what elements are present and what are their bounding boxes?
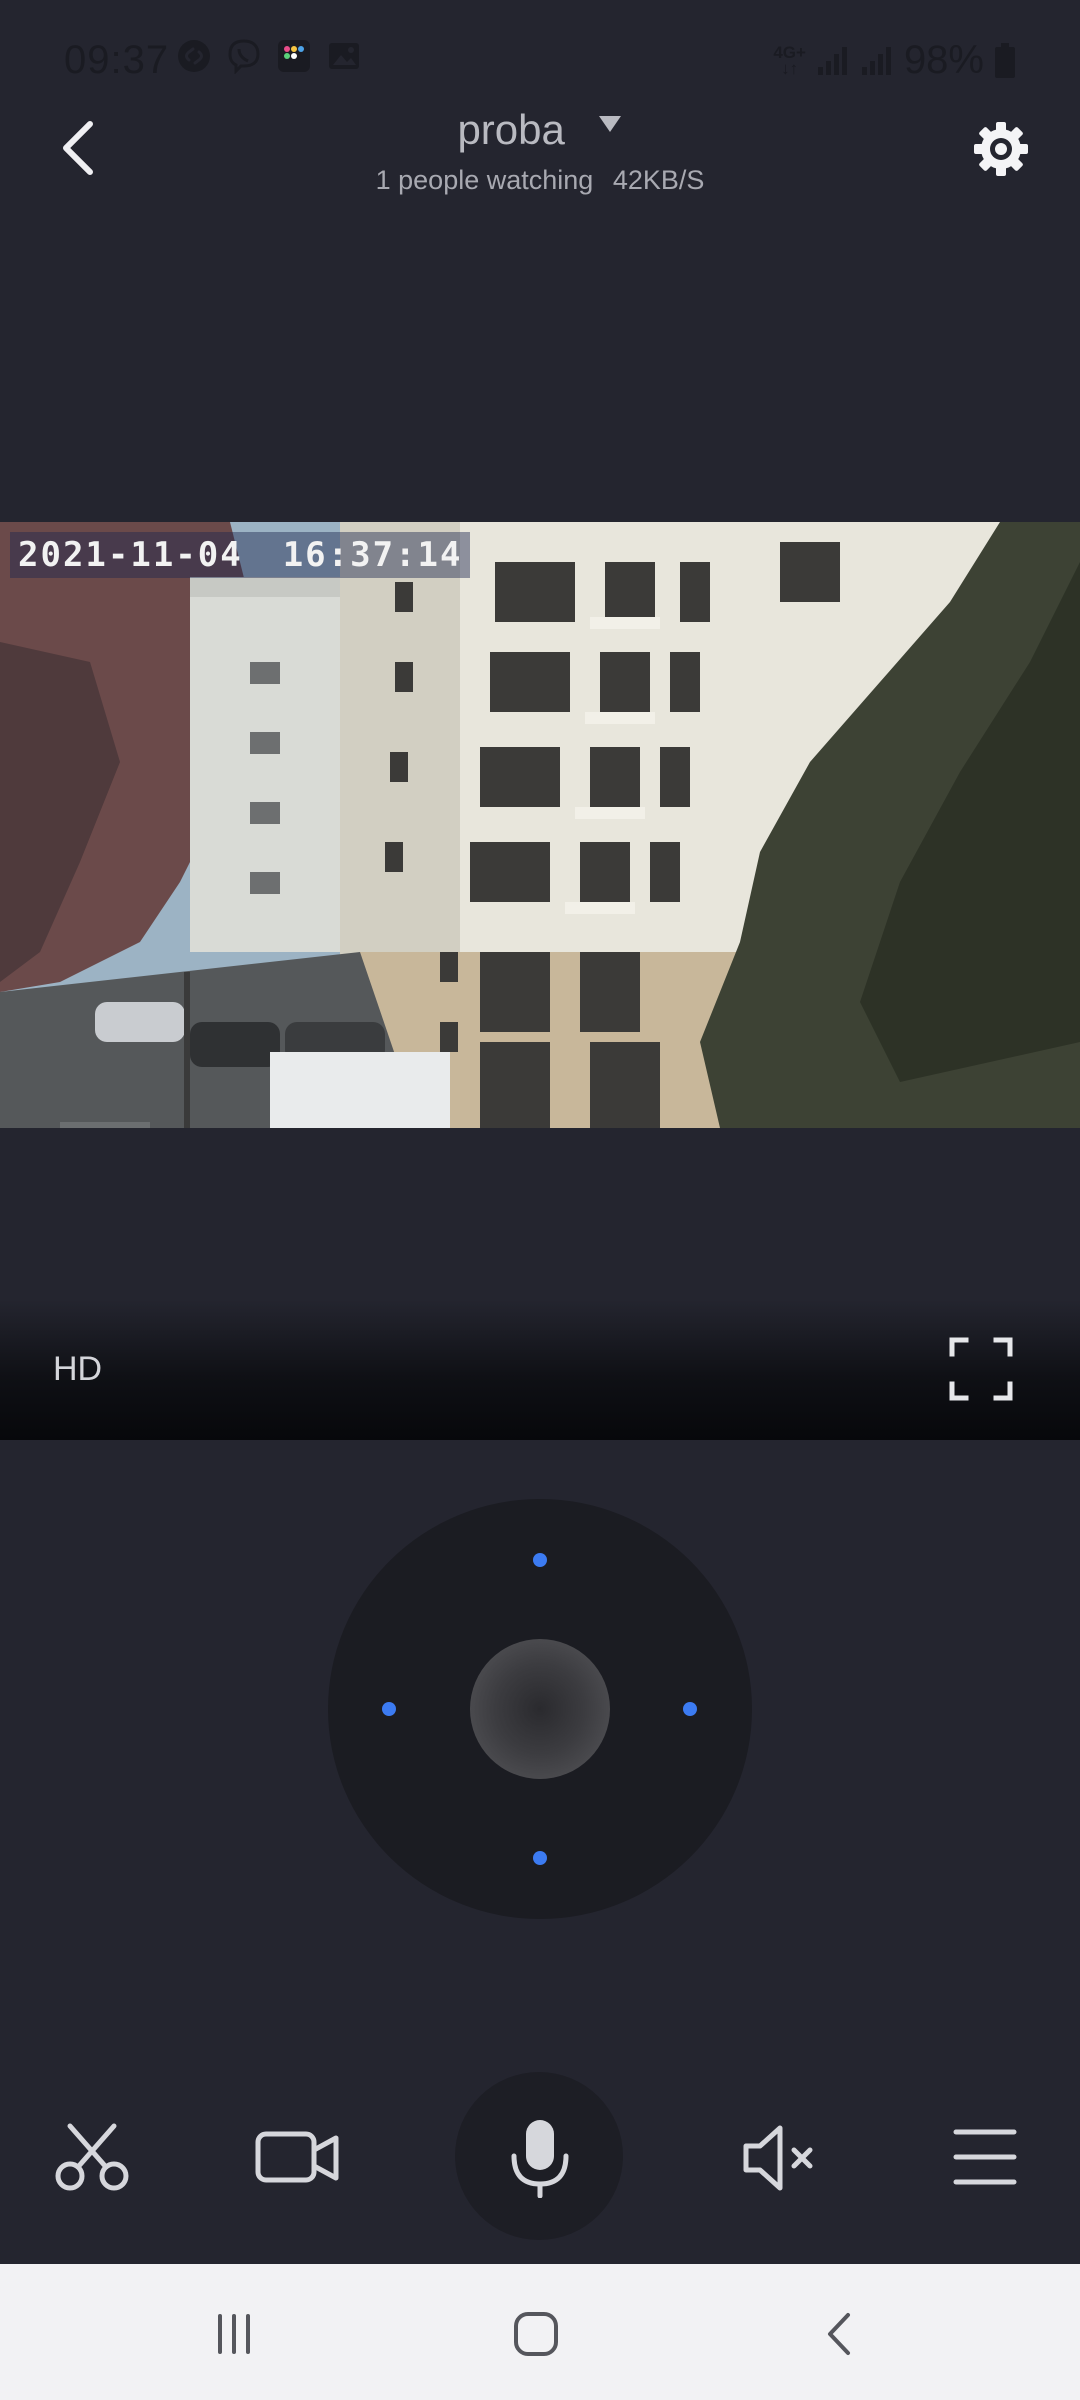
ptz-knob[interactable]: [470, 1639, 610, 1779]
recent-apps-button[interactable]: [204, 2304, 264, 2364]
signal-strength-icon: [817, 46, 847, 75]
live-video-feed[interactable]: 2021-11-04 16:37:14: [0, 522, 1080, 1128]
menu-icon: [953, 2129, 1017, 2185]
video-control-strip: [0, 1300, 1080, 1440]
microphone-icon: [511, 2120, 569, 2198]
record-button[interactable]: [254, 2120, 340, 2196]
app-grid-icon: [278, 40, 310, 72]
speaker-muted-icon: [743, 2125, 813, 2191]
camera-name: proba: [457, 106, 565, 153]
system-back-button[interactable]: [810, 2304, 870, 2364]
gallery-icon: [329, 43, 359, 69]
video-camera-icon: [255, 2131, 339, 2183]
data-arrows-icon: ↓↑: [781, 58, 799, 78]
home-button[interactable]: [506, 2304, 566, 2364]
scissors-icon: [55, 2123, 129, 2191]
ptz-right-indicator[interactable]: [683, 1702, 697, 1716]
battery-icon: [995, 42, 1015, 78]
ptz-joystick[interactable]: [328, 1499, 752, 1919]
home-icon: [514, 2312, 558, 2356]
camera-selector[interactable]: proba: [0, 106, 1080, 154]
settings-button[interactable]: [970, 118, 1032, 180]
mute-button[interactable]: [740, 2120, 820, 2196]
video-timestamp-overlay: 2021-11-04 16:37:14: [10, 532, 471, 578]
viewer-count: 1 people watching: [375, 165, 594, 195]
osd-time: 16:37:14: [282, 535, 463, 575]
viber-icon: [228, 39, 260, 74]
status-bar: 09:37 4G+ ↓↑ 98%: [0, 0, 1080, 118]
stream-info: 1 people watching 42KB/S: [0, 165, 1080, 196]
fullscreen-icon: [949, 1337, 1013, 1401]
fullscreen-button[interactable]: [948, 1336, 1014, 1402]
ptz-up-indicator[interactable]: [533, 1553, 547, 1567]
talk-button[interactable]: [500, 2118, 580, 2198]
status-time: 09:37: [64, 38, 170, 82]
ptz-down-indicator[interactable]: [533, 1851, 547, 1865]
signal-strength-2-icon: [861, 46, 891, 75]
gear-icon: [974, 122, 1028, 176]
status-right-group: 4G+ ↓↑ 98%: [773, 38, 1016, 83]
battery-percent: 98%: [903, 38, 984, 82]
menu-button[interactable]: [952, 2122, 1018, 2192]
recent-apps-icon: [218, 2314, 250, 2354]
network-type-label: 4G+ ↓↑: [773, 42, 806, 78]
caret-down-icon: [598, 116, 621, 132]
camera-scene-image: [0, 522, 1080, 1128]
bitrate: 42KB/S: [612, 165, 705, 195]
screenshot-button[interactable]: [52, 2118, 132, 2198]
ptz-left-indicator[interactable]: [382, 1702, 396, 1716]
status-notification-icons: [176, 38, 362, 74]
osd-date: 2021-11-04: [18, 535, 243, 575]
quality-toggle[interactable]: HD: [53, 1350, 102, 1389]
shazam-icon: [178, 40, 210, 72]
back-arrow-icon: [828, 2313, 850, 2355]
system-navigation-bar: [0, 2264, 1080, 2400]
